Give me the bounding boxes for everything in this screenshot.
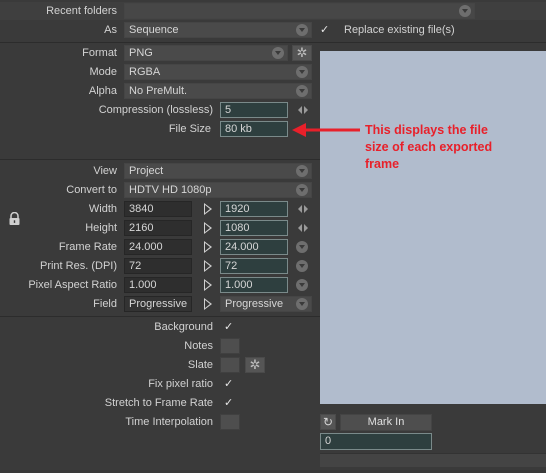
chevron-down-icon	[296, 24, 308, 36]
field-source-value: Progressive	[124, 296, 192, 312]
background-label: Background	[154, 321, 213, 333]
recent-folders-dropdown[interactable]	[124, 3, 475, 19]
alpha-label: Alpha	[88, 85, 117, 97]
replace-existing-label: Replace existing file(s)	[344, 24, 455, 36]
format-dropdown[interactable]: PNG	[124, 45, 288, 61]
chevron-down-icon	[296, 85, 308, 97]
convert-to-label: Convert to	[66, 184, 117, 196]
chevron-down-icon	[459, 5, 471, 17]
view-dropdown[interactable]: Project	[124, 163, 312, 179]
compression-input[interactable]: 5	[220, 102, 288, 118]
pixel-aspect-chevron-down-icon[interactable]	[296, 279, 308, 291]
field-dropdown[interactable]: Progressive	[220, 296, 312, 312]
header-divider	[0, 42, 546, 43]
width-apply-arrow-icon[interactable]	[204, 203, 212, 215]
mark-in-button[interactable]: Mark In	[340, 414, 432, 431]
chevron-down-icon	[272, 47, 284, 59]
print-res-source-value: 72	[124, 258, 192, 274]
width-source-value: 3840	[124, 201, 192, 217]
annotation-arrow-icon	[292, 123, 360, 137]
width-label: Width	[88, 203, 117, 215]
height-spin-icon[interactable]	[298, 223, 308, 233]
print-res-label: Print Res. (DPI)	[39, 260, 117, 272]
refresh-icon: ↻	[322, 415, 334, 429]
field-apply-arrow-icon[interactable]	[204, 298, 212, 310]
format-settings-gear-icon[interactable]: ✲	[292, 45, 312, 61]
width-input[interactable]: 1920	[220, 201, 288, 217]
slate-checkbox[interactable]	[220, 357, 240, 373]
frame-rate-input[interactable]: 24.000	[220, 239, 288, 255]
pixel-aspect-apply-arrow-icon[interactable]	[204, 279, 212, 291]
time-interpolation-label: Time Interpolation	[125, 416, 213, 428]
replace-existing-checkbox[interactable]: ✓	[320, 22, 334, 38]
print-res-apply-arrow-icon[interactable]	[204, 260, 212, 272]
slate-label: Slate	[187, 359, 213, 371]
height-label: Height	[85, 222, 117, 234]
pixel-aspect-label: Pixel Aspect Ratio	[28, 279, 117, 291]
refresh-button[interactable]: ↻	[320, 414, 336, 430]
field-label: Field	[93, 298, 117, 310]
stretch-to-frame-rate-checkbox[interactable]: ✓	[224, 395, 238, 411]
pixel-aspect-source-value: 1.000	[124, 277, 192, 293]
frame-rate-source-value: 24.000	[124, 239, 192, 255]
slate-settings-gear-icon[interactable]: ✲	[245, 357, 265, 373]
convert-to-dropdown[interactable]: HDTV HD 1080p	[124, 182, 312, 198]
chevron-down-icon	[296, 165, 308, 177]
as-dropdown[interactable]: Sequence	[124, 22, 312, 38]
compression-spin-icon[interactable]	[298, 105, 308, 115]
chevron-down-icon	[296, 66, 308, 78]
height-apply-arrow-icon[interactable]	[204, 222, 212, 234]
height-source-value: 2160	[124, 220, 192, 236]
section-divider	[0, 316, 320, 317]
time-interpolation-checkbox[interactable]	[220, 414, 240, 430]
mode-dropdown[interactable]: RGBA	[124, 64, 312, 80]
as-label: As	[104, 24, 117, 36]
frame-rate-label: Frame Rate	[58, 241, 117, 253]
view-label: View	[93, 165, 117, 177]
fix-pixel-ratio-checkbox[interactable]: ✓	[224, 376, 238, 392]
pixel-aspect-input[interactable]: 1.000	[220, 277, 288, 293]
annotation-text: This displays the file size of each expo…	[365, 123, 493, 171]
height-input[interactable]: 1080	[220, 220, 288, 236]
alpha-dropdown[interactable]: No PreMult.	[124, 83, 312, 99]
compression-label: Compression (lossless)	[98, 104, 213, 116]
chevron-down-icon	[296, 298, 308, 310]
format-label: Format	[82, 47, 117, 59]
file-size-value: 80 kb	[220, 121, 288, 137]
stretch-to-frame-rate-label: Stretch to Frame Rate	[104, 397, 213, 409]
section-divider	[0, 159, 320, 160]
print-res-input[interactable]: 72	[220, 258, 288, 274]
print-res-chevron-down-icon[interactable]	[296, 260, 308, 272]
mode-label: Mode	[89, 66, 117, 78]
timeline-bar[interactable]	[320, 453, 546, 467]
width-spin-icon[interactable]	[298, 204, 308, 214]
frame-rate-apply-arrow-icon[interactable]	[204, 241, 212, 253]
preview-panel	[320, 51, 546, 404]
chevron-down-icon	[296, 184, 308, 196]
notes-checkbox[interactable]	[220, 338, 240, 354]
frame-rate-chevron-down-icon[interactable]	[296, 241, 308, 253]
fix-pixel-ratio-label: Fix pixel ratio	[148, 378, 213, 390]
notes-label: Notes	[184, 340, 213, 352]
frame-input[interactable]: 0	[320, 433, 432, 450]
recent-folders-label: Recent folders	[46, 5, 117, 17]
background-checkbox[interactable]: ✓	[224, 319, 238, 335]
file-size-label: File Size	[168, 123, 211, 135]
